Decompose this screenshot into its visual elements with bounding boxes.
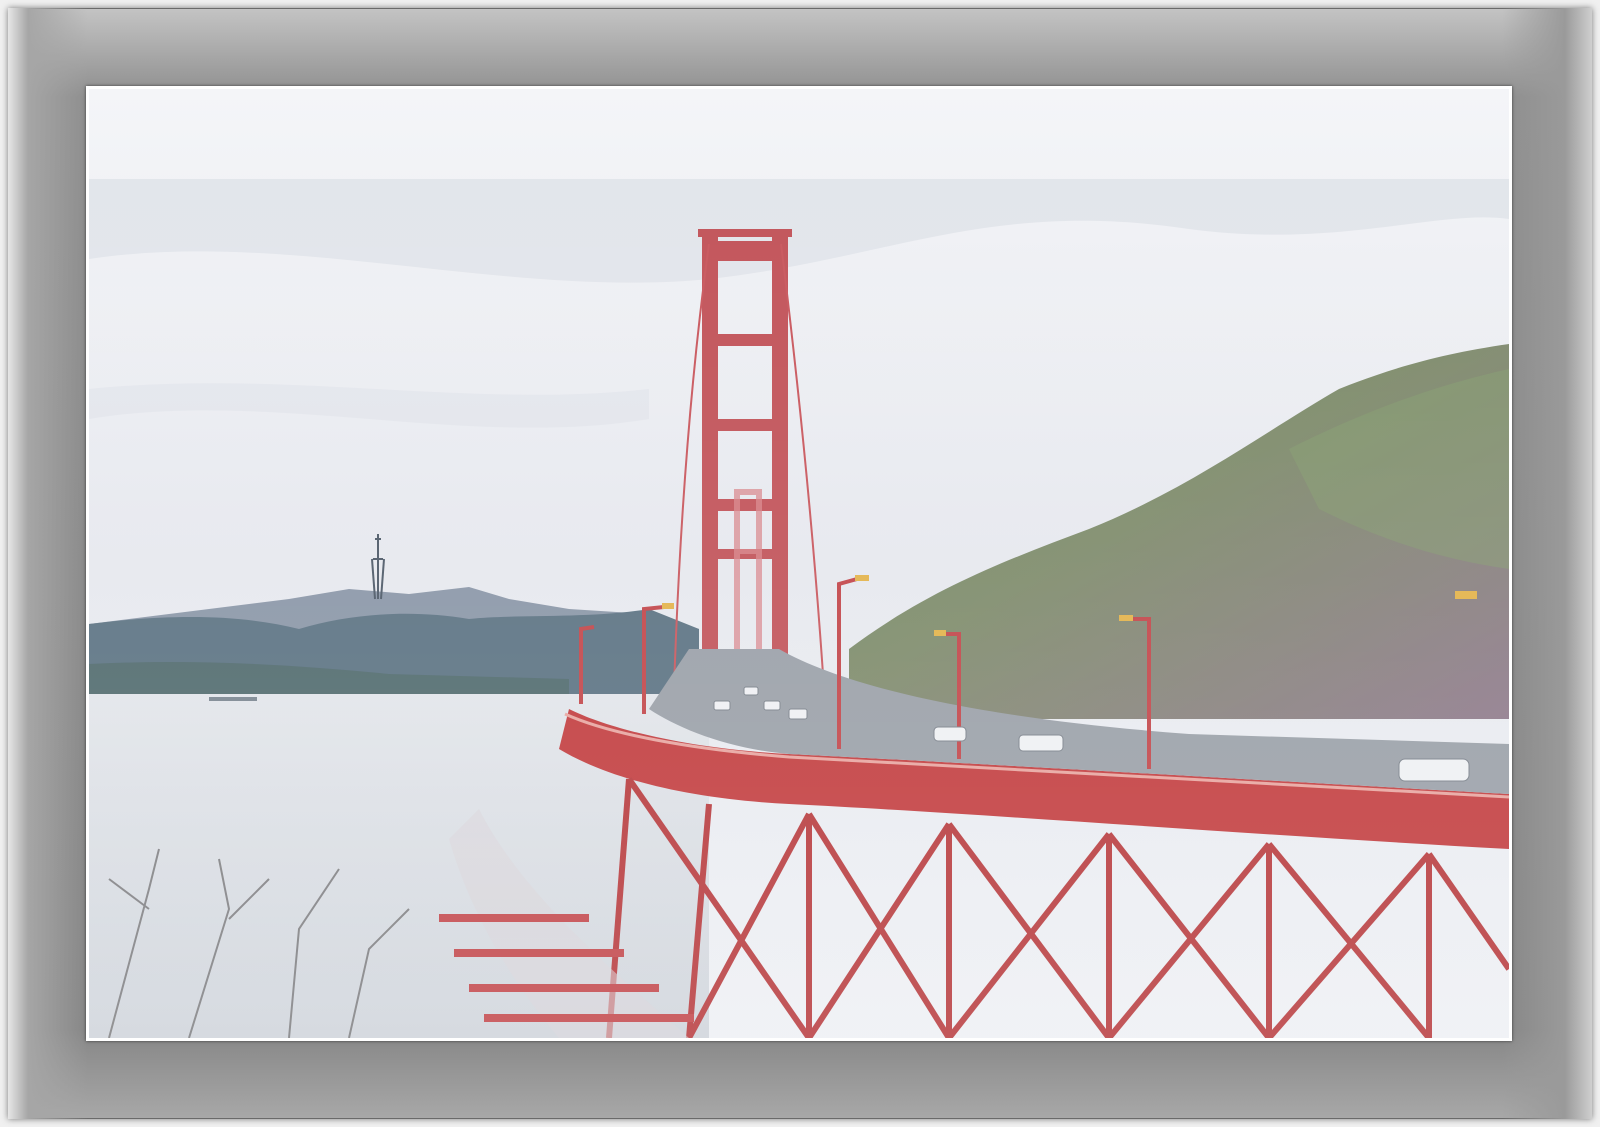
frame-bevel-right [1502, 8, 1592, 1119]
bridge-scene [89, 89, 1509, 1038]
haze-overlay [89, 89, 1509, 1038]
bridge-photo [89, 89, 1509, 1038]
picture-frame [0, 0, 1600, 1127]
frame-bevel-left [8, 8, 88, 1119]
